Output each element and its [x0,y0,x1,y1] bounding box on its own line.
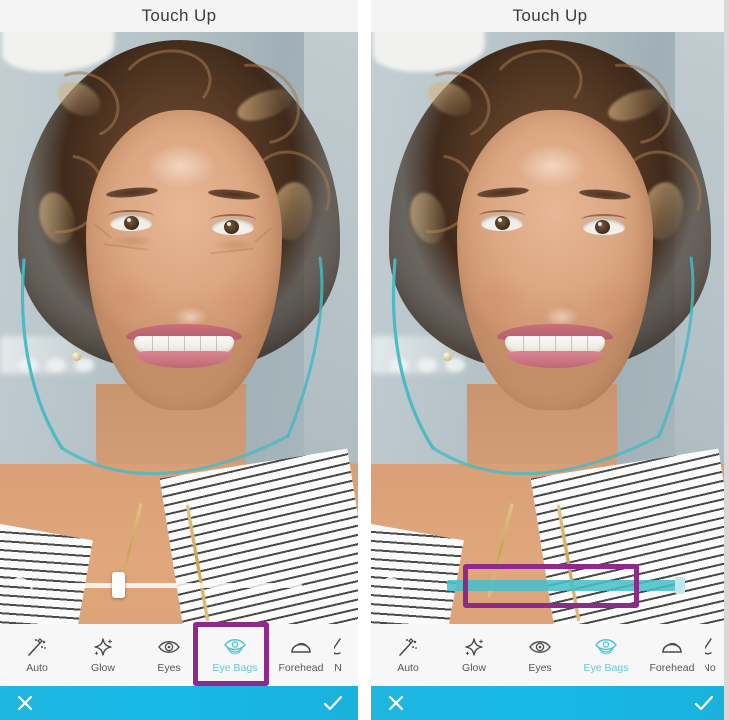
tool-eye-bags[interactable]: Eye Bags [573,624,639,686]
action-bar-before [0,686,358,720]
portrait-photo [0,32,358,624]
eyelid-right [581,214,627,226]
forehead-arch-icon [659,636,685,658]
eye-bags-icon [222,636,248,658]
tool-forehead[interactable]: Forehead [268,624,334,686]
titlebar-before: Touch Up [0,0,358,32]
right-edge-strip [724,0,729,720]
magic-wand-icon [24,636,50,658]
tool-label: Auto [397,662,419,674]
tool-label: Forehead [649,662,695,674]
intensity-slider-track[interactable] [60,583,302,588]
tool-label: Eye Bags [212,662,258,674]
tool-eyes[interactable]: Eyes [136,624,202,686]
eye-icon [527,636,553,658]
tool-label: Glow [462,662,486,674]
checkmark-icon[interactable] [693,692,715,714]
crow-feet-left [93,223,113,239]
tool-glow[interactable]: Glow [441,624,507,686]
earring [72,352,81,361]
screen-after: Touch Up Auto Glow Eyes Eye Bags Forehea… [371,0,729,720]
highlight-box-intensity-slider [463,564,639,608]
photo-stage-before[interactable] [0,32,358,624]
tool-eyes[interactable]: Eyes [507,624,573,686]
tool-nose[interactable]: N [334,624,358,686]
tool-label: N [334,662,342,674]
eyelid-left [479,210,525,222]
tool-label: Auto [26,662,48,674]
background-dot [18,358,38,372]
tool-label: Eye Bags [583,662,629,674]
eyelid-right [210,214,256,226]
tool-label: No [705,662,716,674]
screen-before: Touch Up Auto Glow Eyes Eye Bags Forehea… [0,0,358,720]
mouth [126,324,242,370]
tool-glow[interactable]: Glow [70,624,136,686]
earring [443,352,452,361]
tool-auto[interactable]: Auto [375,624,441,686]
forehead-shine [517,144,587,188]
crow-feet-right [253,227,273,243]
action-bar-after [371,686,729,720]
eyebrow-right [207,187,261,202]
intensity-slider-knob[interactable] [112,572,125,598]
tool-label: Eyes [528,662,552,674]
tool-eye-bags[interactable]: Eye Bags [202,624,268,686]
page-title: Touch Up [512,6,588,25]
tool-strip-after[interactable]: Auto Glow Eyes Eye Bags Forehead No [371,624,729,686]
nose-icon [334,636,351,658]
lower-lip [136,351,232,368]
intensity-slider-row-before[interactable] [0,568,358,602]
sparkle-star-icon [461,636,487,658]
tool-forehead[interactable]: Forehead [639,624,705,686]
tool-label: Eyes [157,662,181,674]
eye-bags-icon [593,636,619,658]
background-dot [389,358,409,372]
eyebrow-right [578,187,632,202]
cheek-left [92,274,156,324]
portrait-photo [371,32,729,624]
checkmark-icon[interactable] [322,692,344,714]
tool-label: Forehead [278,662,324,674]
titlebar-after: Touch Up [371,0,729,32]
lower-lip [507,351,603,368]
close-x-icon[interactable] [385,692,407,714]
background-dot [46,358,66,372]
nose-icon [705,636,722,658]
background-dot [417,358,437,372]
page-title: Touch Up [141,6,217,25]
forehead-arch-icon [288,636,314,658]
comparison-screenshots: Touch Up Auto Glow Eyes Eye Bags Forehea… [0,0,729,720]
undo-arrow-icon[interactable] [383,574,407,594]
eye-icon [156,636,182,658]
undo-arrow-icon[interactable] [12,574,36,594]
panel-divider [358,0,371,720]
magic-wand-icon [395,636,421,658]
cheek-right [583,278,647,328]
eyebrow-left [476,185,530,200]
forehead-shine [146,144,216,188]
cheek-right [212,278,276,328]
cheek-left [463,274,527,324]
sparkle-star-icon [90,636,116,658]
close-x-icon[interactable] [14,692,36,714]
eyebrow-left [105,185,159,200]
intensity-slider-knob[interactable] [675,577,685,594]
tool-auto[interactable]: Auto [4,624,70,686]
tool-strip-before[interactable]: Auto Glow Eyes Eye Bags Forehead N [0,622,358,686]
mouth [497,324,613,370]
photo-stage-after[interactable] [371,32,729,624]
tool-label: Glow [91,662,115,674]
eyelid-left [108,210,154,222]
